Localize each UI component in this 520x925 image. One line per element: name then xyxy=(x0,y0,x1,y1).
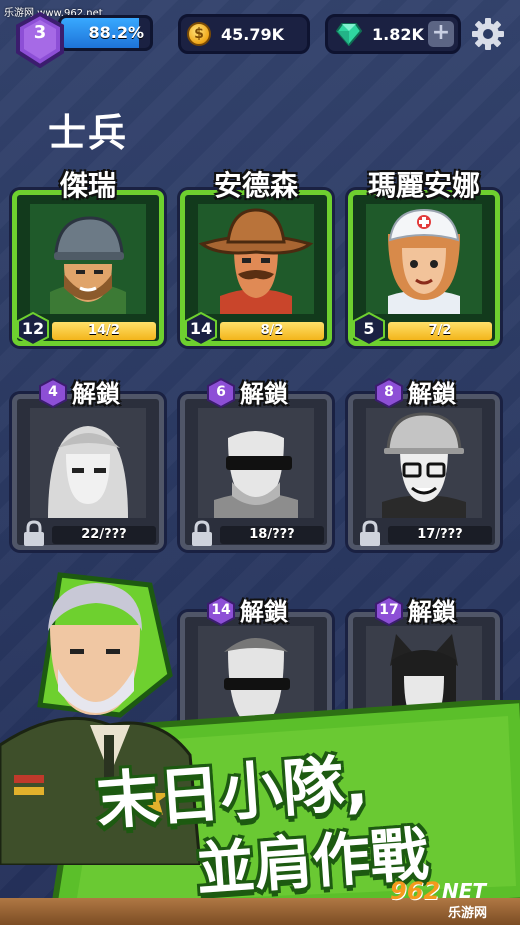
hero-progress-bar: 22/??? xyxy=(52,526,156,544)
hero-progress-bar: 7/2 xyxy=(388,322,492,340)
hero-progress-text: 8/2 xyxy=(260,323,284,338)
hero-progress-text: 7/2 xyxy=(428,323,452,338)
unlock-level: 4 xyxy=(48,384,58,400)
add-gems-button[interactable]: + xyxy=(428,21,454,47)
hero-name: 瑪麗安娜 xyxy=(367,169,480,202)
hero-progress-bar: 18/??? xyxy=(220,526,324,544)
hero-progress-bar: 17/??? xyxy=(388,526,492,544)
unlock-label: 解鎖 xyxy=(408,380,456,408)
hero-progress-bar: 8/2 xyxy=(220,322,324,340)
player-level: 3 xyxy=(33,22,47,43)
lock-icon xyxy=(192,520,212,546)
gem-icon xyxy=(336,23,362,46)
lock-icon xyxy=(24,520,44,546)
hero-progress-bar: 14/2 xyxy=(52,322,156,340)
hero-card-jerry[interactable]: 傑瑞 12 14/2 xyxy=(12,169,164,346)
gem-amount: 1.82K xyxy=(372,25,424,44)
watermark-chinese: 乐游网 xyxy=(448,906,488,921)
watermark-net: NET xyxy=(442,879,487,903)
hero-progress-text: 22/??? xyxy=(81,527,127,542)
unlock-label: 解鎖 xyxy=(72,380,120,408)
hero-card-mariana[interactable]: 瑪麗安娜 5 7/2 xyxy=(348,169,500,346)
coin-icon: $ xyxy=(187,22,211,46)
coin-counter[interactable]: $ 45.79K xyxy=(178,14,310,54)
watermark-number: 962 xyxy=(390,877,441,905)
xp-bar: 88.2% xyxy=(58,15,153,51)
locked-hero-card[interactable]: 6 解鎖 18/??? xyxy=(180,378,332,550)
section-title: 士兵 xyxy=(48,111,129,155)
hero-progress-text: 14/2 xyxy=(88,323,120,338)
gear-icon[interactable] xyxy=(470,16,506,52)
unlock-label: 解鎖 xyxy=(240,598,288,626)
hero-progress-text: 18/??? xyxy=(249,527,295,542)
hero-level: 5 xyxy=(363,319,375,338)
xp-percent: 88.2% xyxy=(88,23,144,42)
unlock-level: 6 xyxy=(216,384,226,400)
hero-card-anderson[interactable]: 安德森 14 8/2 xyxy=(180,169,332,346)
watermark-logo: 962 NET 乐游网 xyxy=(384,875,516,921)
hero-progress-text: 17/??? xyxy=(417,527,463,542)
locked-hero-card[interactable]: 4 解鎖 22/??? xyxy=(12,378,164,550)
hero-name: 傑瑞 xyxy=(59,169,116,202)
hero-portrait-soldier xyxy=(30,204,146,314)
unlock-level: 8 xyxy=(384,384,394,400)
lock-icon xyxy=(360,520,380,546)
unlock-label: 解鎖 xyxy=(240,380,288,408)
locked-hero-card[interactable]: 8 解鎖 17/??? xyxy=(348,378,500,550)
hero-level: 12 xyxy=(21,319,45,338)
hero-name: 安德森 xyxy=(213,169,298,202)
unlock-level: 14 xyxy=(211,602,231,618)
hero-level: 14 xyxy=(189,319,213,338)
unlock-level: 17 xyxy=(379,602,399,618)
top-bar: 乐游网 www.962.net 88.2% 3 $ 45.79K 1.82K + xyxy=(0,0,520,70)
hero-portrait-locked-helmet xyxy=(366,408,482,518)
gem-counter: 1.82K + xyxy=(325,14,461,54)
unlock-label: 解鎖 xyxy=(408,598,456,626)
hero-portrait-locked-girl xyxy=(30,408,146,518)
coin-amount: 45.79K xyxy=(221,25,285,44)
hero-portrait-cowboy xyxy=(198,204,314,314)
hero-portrait-locked-sunglasses xyxy=(198,408,314,518)
hero-portrait-nurse xyxy=(366,204,482,314)
